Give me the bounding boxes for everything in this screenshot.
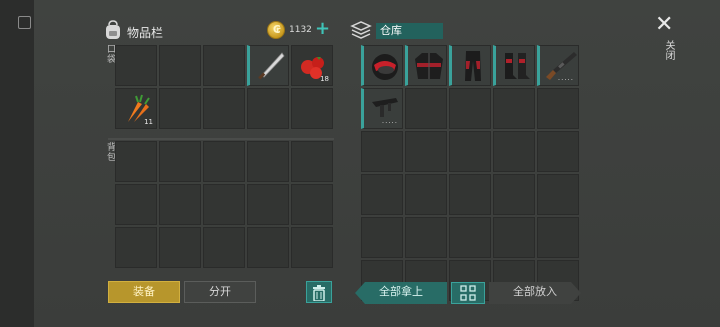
grid-view-button[interactable]	[451, 282, 485, 304]
warehouse-slot[interactable]	[449, 45, 491, 86]
backpack-slot[interactable]	[115, 141, 157, 182]
close-icon[interactable]: ✕	[655, 12, 673, 37]
grid-icon	[460, 285, 476, 301]
equip-button[interactable]: 装备	[108, 281, 180, 303]
warehouse-title: 仓库	[376, 23, 443, 39]
warehouse-icon	[350, 21, 372, 39]
warehouse-slot[interactable]	[537, 174, 579, 215]
warehouse-slot[interactable]	[493, 131, 535, 172]
warehouse-slot[interactable]	[493, 217, 535, 258]
warehouse-slot[interactable]	[405, 131, 447, 172]
backpack-slot[interactable]	[203, 141, 245, 182]
backpack-slot[interactable]	[115, 184, 157, 225]
warehouse-slot[interactable]	[493, 174, 535, 215]
warehouse-slot[interactable]	[493, 45, 535, 86]
warehouse-slot[interactable]	[449, 131, 491, 172]
divider	[108, 138, 334, 140]
warehouse-slot[interactable]	[361, 131, 403, 172]
checkbox-icon[interactable]	[18, 16, 31, 29]
backpack-slot[interactable]	[203, 184, 245, 225]
pocket-slot[interactable]	[203, 88, 245, 129]
warehouse-slot[interactable]	[449, 88, 491, 129]
warehouse-slot[interactable]	[405, 217, 447, 258]
backpack-slot[interactable]	[291, 184, 333, 225]
warehouse-slot[interactable]	[537, 217, 579, 258]
split-button[interactable]: 分开	[184, 281, 256, 303]
warehouse-slot[interactable]	[405, 45, 447, 86]
warehouse-slot[interactable]	[537, 88, 579, 129]
add-coins-button[interactable]: +	[315, 18, 330, 39]
pocket-slot[interactable]	[247, 45, 289, 86]
pocket-slot[interactable]	[291, 88, 333, 129]
backpack-slot[interactable]	[291, 141, 333, 182]
backpack-slot[interactable]	[247, 227, 289, 268]
backpack-slot[interactable]	[291, 227, 333, 268]
coin-count: 1132	[289, 25, 312, 35]
trash-icon	[313, 285, 325, 302]
backpack-slot[interactable]	[203, 227, 245, 268]
pocket-slot[interactable]: 11	[115, 88, 157, 129]
warehouse-slot[interactable]	[405, 174, 447, 215]
warehouse-grid: ..........	[361, 45, 579, 301]
backpack-icon	[106, 20, 120, 39]
pocket-slot[interactable]	[159, 88, 201, 129]
durability-dots: .....	[381, 117, 398, 125]
take-all-button[interactable]: 全部拿上	[355, 282, 447, 304]
durability-dots: .....	[557, 74, 574, 82]
backpack-slot[interactable]	[115, 227, 157, 268]
pocket-grid: 18 11	[115, 45, 333, 129]
warehouse-slot[interactable]	[493, 88, 535, 129]
warehouse-slot[interactable]	[405, 88, 447, 129]
close-label[interactable]: 关闭	[661, 40, 676, 60]
warehouse-slot[interactable]: .....	[537, 45, 579, 86]
backpack-slot[interactable]	[159, 227, 201, 268]
warehouse-slot[interactable]	[537, 131, 579, 172]
coin-icon: ₢	[267, 21, 285, 39]
backpack-slot[interactable]	[247, 141, 289, 182]
pocket-slot[interactable]	[115, 45, 157, 86]
pocket-slot[interactable]	[203, 45, 245, 86]
warehouse-slot[interactable]: .....	[361, 88, 403, 129]
pocket-slot[interactable]: 18	[291, 45, 333, 86]
backpack-slot[interactable]	[247, 184, 289, 225]
warehouse-slot[interactable]	[449, 174, 491, 215]
backpack-slot[interactable]	[159, 141, 201, 182]
pocket-slot[interactable]	[159, 45, 201, 86]
inventory-title: 物品栏	[127, 26, 164, 40]
put-all-button[interactable]: 全部放入	[489, 282, 581, 304]
trash-button[interactable]	[306, 281, 332, 303]
warehouse-slot[interactable]	[361, 174, 403, 215]
warehouse-slot[interactable]	[449, 217, 491, 258]
warehouse-slot[interactable]	[361, 217, 403, 258]
item-quantity: 18	[320, 75, 329, 83]
warehouse-slot[interactable]	[361, 45, 403, 86]
left-strip	[0, 0, 34, 327]
backpack-grid	[115, 141, 333, 268]
backpack-slot[interactable]	[159, 184, 201, 225]
item-quantity: 11	[144, 118, 153, 126]
pocket-slot[interactable]	[247, 88, 289, 129]
